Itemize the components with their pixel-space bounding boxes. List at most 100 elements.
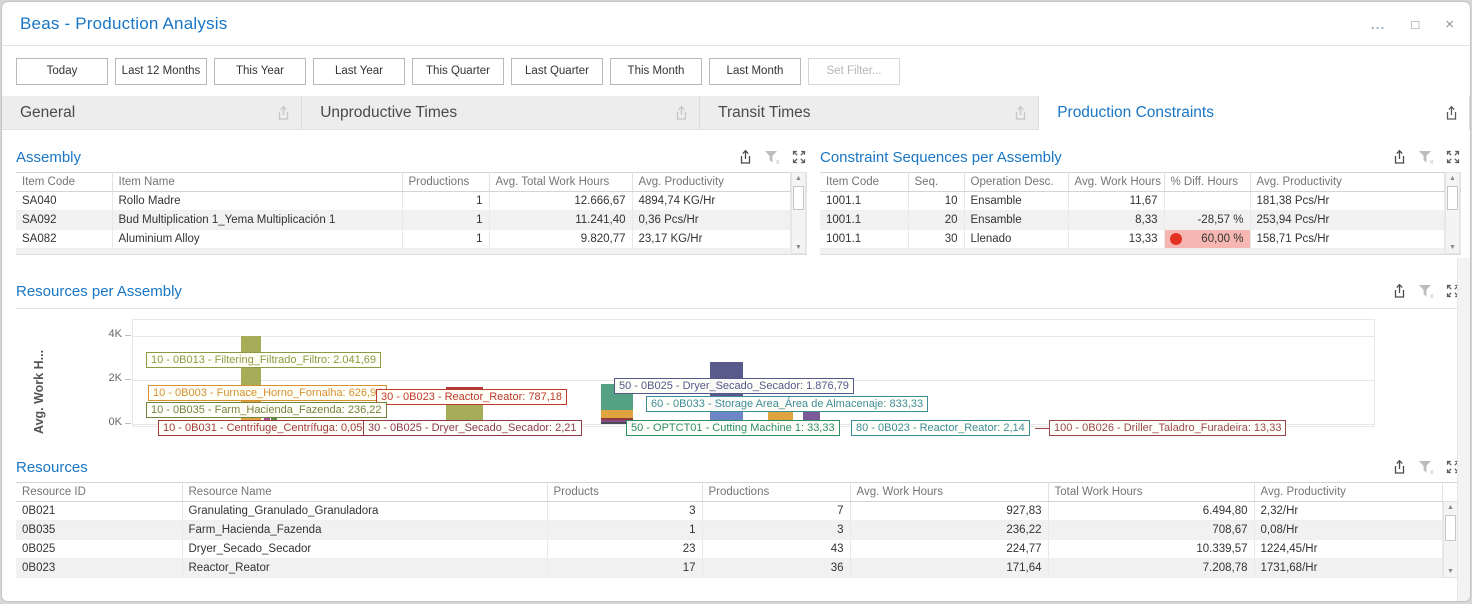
cell: 0B035 [16,521,182,540]
column-header-avg-productivity[interactable]: Avg. Productivity [1254,483,1442,502]
table-row[interactable]: 1001.120Ensamble8,33-28,57 %253,94 Pcs/H… [820,211,1460,230]
scroll-up-icon[interactable]: ▲ [1446,175,1459,182]
column-header-stub [1442,483,1458,502]
column-header-products[interactable]: Products [547,483,702,502]
column-header-resource-id[interactable]: Resource ID [16,483,182,502]
cell: 708,67 [1048,521,1254,540]
table-row[interactable]: 0B021Granulating_Granulado_Granuladora37… [16,502,1458,521]
y-axis-label: Avg. Work H... [32,314,46,434]
table-row[interactable]: SA092Bud Multiplication 1_Yema Multiplic… [16,211,806,230]
table-row[interactable]: 0B025Dryer_Secado_Secador2343224,7710.33… [16,540,1458,559]
filter-button-today[interactable]: Today [16,58,108,85]
table-row[interactable]: SA040Rollo Madre112.666,674894,74 KG/Hr [16,192,806,211]
export-button[interactable] [276,105,291,126]
tab-unproductive-times[interactable]: Unproductive Times [302,96,700,130]
filter-button-last-quarter[interactable]: Last Quarter [511,58,603,85]
cell: Aluminium Alloy [112,230,402,249]
table-row[interactable]: 1001.130Llenado13,3360,00 %158,71 Pcs/Hr [820,230,1460,249]
tab-production-constraints[interactable]: Production Constraints [1039,96,1470,130]
tab-label: General [2,104,75,122]
cell: -28,57 % [1164,211,1250,230]
export-button[interactable] [1392,459,1407,475]
export-button[interactable] [738,149,753,165]
filter-button-this-year[interactable]: This Year [214,58,306,85]
clear-filter-button[interactable]: x [1418,460,1435,475]
column-header-item-code[interactable]: Item Code [16,173,112,192]
column-header-avg-productivity[interactable]: Avg. Productivity [1250,173,1444,192]
window-scrollbar[interactable] [1457,258,1470,602]
cell: 10.339,57 [1048,540,1254,559]
assembly-header: Assembly x [16,142,806,172]
export-button[interactable] [1392,283,1407,299]
expand-icon [792,150,806,164]
scroll-up-icon[interactable]: ▲ [1444,504,1457,511]
column-header--diff-hours[interactable]: % Diff. Hours [1164,173,1250,192]
scroll-down-icon[interactable]: ▼ [1446,244,1459,251]
filter-button-last-year[interactable]: Last Year [313,58,405,85]
tab-transit-times[interactable]: Transit Times [700,96,1039,130]
column-header-seq-[interactable]: Seq. [908,173,964,192]
bar-segment [601,410,633,418]
more-options-icon[interactable]: ... [1371,17,1386,31]
cell: 23,17 KG/Hr [632,230,790,249]
tab-general[interactable]: General [2,96,302,130]
export-button[interactable] [1444,105,1459,126]
export-button[interactable] [1013,105,1028,126]
cell: 253,94 Pcs/Hr [1250,211,1444,230]
filter-button-last-month[interactable]: Last Month [709,58,801,85]
scroll-down-icon[interactable]: ▼ [792,244,805,251]
expand-button[interactable] [792,150,806,164]
constraints-panel: Constraint Sequences per Assembly x Item… [820,142,1460,255]
chart-data-label: 60 - 0B033 - Storage Area_Área de Almace… [646,396,928,412]
chart-data-label: 10 - 0B031 - Centrifuge_Centrífuga: 0,05 [158,420,367,436]
scroll-down-icon[interactable]: ▼ [1444,568,1457,575]
set-filter-button[interactable]: Set Filter... [808,58,900,85]
column-header-operation-desc-[interactable]: Operation Desc. [964,173,1068,192]
table-row[interactable]: 1001.110Ensamble11,67181,38 Pcs/Hr [820,192,1460,211]
filter-button-this-month[interactable]: This Month [610,58,702,85]
table-row[interactable]: 0B035Farm_Hacienda_Fazenda13236,22708,67… [16,521,1458,540]
cell: 6.494,80 [1048,502,1254,521]
scroll-thumb[interactable] [1445,515,1456,541]
scroll-up-icon[interactable]: ▲ [792,175,805,182]
constraints-scrollbar[interactable]: ▲ ▼ [1445,172,1460,254]
expand-button[interactable] [1446,150,1460,164]
export-icon [674,105,689,121]
close-icon[interactable]: × [1445,17,1454,32]
column-header-item-code[interactable]: Item Code [820,173,908,192]
cell: 20 [908,211,964,230]
column-header-total-work-hours[interactable]: Total Work Hours [1048,483,1254,502]
chart-title: Resources per Assembly [16,283,182,300]
scroll-thumb[interactable] [793,186,804,210]
resources-scrollbar[interactable]: ▲ ▼ [1443,501,1458,578]
column-header-resource-name[interactable]: Resource Name [182,483,547,502]
gridline [133,336,1374,337]
clear-filter-button[interactable]: x [1418,284,1435,299]
filter-button-last-12-months[interactable]: Last 12 Months [115,58,207,85]
filter-button-this-quarter[interactable]: This Quarter [412,58,504,85]
column-header-item-name[interactable]: Item Name [112,173,402,192]
export-button[interactable] [674,105,689,126]
cell: 7.208,78 [1048,559,1254,578]
table-row[interactable]: SA082Aluminium Alloy19.820,7723,17 KG/Hr [16,230,806,249]
export-button[interactable] [1392,149,1407,165]
assembly-panel: Assembly x Item CodeItem NameProductions… [16,142,806,255]
cell: 171,64 [850,559,1048,578]
maximize-icon[interactable]: □ [1411,18,1419,31]
table-row[interactable]: 0B023Reactor_Reator1736171,647.208,78173… [16,559,1458,578]
column-header-productions[interactable]: Productions [402,173,489,192]
clear-filter-button[interactable]: x [1418,150,1435,165]
cell: 1 [402,211,489,230]
scroll-thumb[interactable] [1447,186,1458,210]
cell: 11.241,40 [489,211,632,230]
y-tick-label: 0K [88,416,122,428]
column-header-avg-work-hours[interactable]: Avg. Work Hours [1068,173,1164,192]
column-header-avg-work-hours[interactable]: Avg. Work Hours [850,483,1048,502]
column-header-productions[interactable]: Productions [702,483,850,502]
column-header-avg-total-work-hours[interactable]: Avg. Total Work Hours [489,173,632,192]
y-tick-label: 4K [88,328,122,340]
assembly-scrollbar[interactable]: ▲ ▼ [791,172,806,254]
clear-filter-button[interactable]: x [764,150,781,165]
column-header-avg-productivity[interactable]: Avg. Productivity [632,173,790,192]
cell: Rollo Madre [112,192,402,211]
